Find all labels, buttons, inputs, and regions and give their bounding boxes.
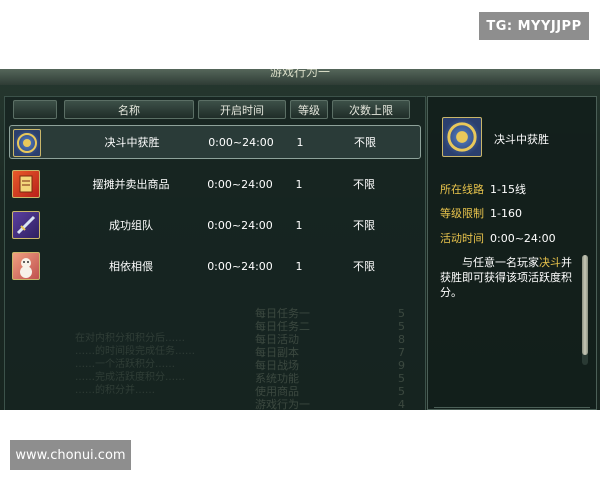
site-watermark: www.chonui.com — [10, 440, 131, 470]
activity-row-duel[interactable]: 决斗中获胜 0:00~24:00 1 不限 — [9, 125, 421, 159]
background-item-value: 4 — [398, 398, 405, 410]
detail-line-field: 所在线路 1-15线 — [440, 181, 526, 197]
background-item-label: 使用商品 — [255, 385, 299, 398]
header-open-time[interactable]: 开启时间 — [198, 100, 286, 119]
background-item-label: 系统功能 — [255, 372, 299, 385]
header-name[interactable]: 名称 — [64, 100, 194, 119]
background-list-item: 每日任务二 5 — [255, 320, 405, 333]
field-key: 所在线路 — [440, 183, 484, 196]
activity-limit: 不限 — [353, 260, 375, 273]
activity-detail-panel: 决斗中获胜 所在线路 1-15线 等级限制 1-160 活动时间 0:00~24:00… — [427, 96, 597, 410]
background-blurred-text: 在对内积分和积分后…… ……的时间段完成任务…… ……一个活跃积分…… ……完成活跃度… — [75, 333, 195, 396]
activity-row-companion[interactable]: 相依相偎 0:00~24:00 1 不限 — [9, 249, 421, 283]
background-list-item: 每日副本 7 — [255, 346, 405, 359]
detail-level-field: 等级限制 1-160 — [440, 205, 522, 221]
field-key: 活动时间 — [440, 232, 484, 245]
detail-description: 与任意一名玩家决斗并获胜即可获得该项活跃度积分。 — [440, 255, 580, 300]
activity-row-stall[interactable]: 摆摊并卖出商品 0:00~24:00 1 不限 — [9, 167, 421, 201]
header-level[interactable]: 等级 — [290, 100, 328, 119]
activity-name: 摆摊并卖出商品 — [92, 178, 170, 191]
game-window: 游戏行为一 每日任务一 5 每日任务二 5 每日活动 8 每日副本 7 每日战场 9 系统功能 5 使用… — [0, 69, 600, 410]
header-icon-column — [13, 100, 57, 119]
background-list-item: 游戏行为一 4 — [255, 398, 405, 410]
duel-medal-icon — [442, 117, 482, 157]
activity-level: 1 — [295, 218, 303, 232]
background-item-value: 7 — [398, 346, 405, 359]
background-item-value: 8 — [398, 333, 405, 346]
background-list-item: 使用商品 5 — [255, 385, 405, 398]
activity-level: 1 — [295, 177, 303, 191]
background-list-item: 每日战场 9 — [255, 359, 405, 372]
background-item-label: 每日活动 — [255, 333, 299, 346]
desc-text: 与任意一名玩家 — [462, 256, 539, 269]
activity-time: 0:00~24:00 — [208, 135, 274, 149]
desc-highlight: 决斗 — [539, 256, 561, 269]
window-title: 游戏行为一 — [269, 69, 330, 79]
background-item-label: 游戏行为一 — [255, 398, 310, 410]
stall-book-icon — [12, 170, 40, 198]
background-activity-list: 每日任务一 5 每日任务二 5 每日活动 8 每日副本 7 每日战场 9 系统功能 5 使用商品 5 游戏行… — [255, 307, 405, 410]
activity-row-team[interactable]: 成功组队 0:00~24:00 1 不限 — [9, 208, 421, 242]
team-sword-icon — [12, 211, 40, 239]
activity-level: 1 — [296, 135, 304, 149]
activity-time: 0:00~24:00 — [207, 259, 273, 273]
activity-limit: 不限 — [353, 219, 375, 232]
background-item-label: 每日战场 — [255, 359, 299, 372]
field-value: 0:00~24:00 — [490, 232, 556, 245]
background-item-label: 每日副本 — [255, 346, 299, 359]
background-list-item: 每日活动 8 — [255, 333, 405, 346]
duel-medal-icon — [13, 129, 41, 157]
field-value: 1-160 — [490, 207, 522, 220]
activity-time: 0:00~24:00 — [207, 218, 273, 232]
activity-name: 决斗中获胜 — [104, 136, 160, 149]
activity-name: 相依相偎 — [109, 260, 153, 273]
window-title-bar: 游戏行为一 — [0, 69, 600, 85]
activity-time: 0:00~24:00 — [207, 177, 273, 191]
detail-time-field: 活动时间 0:00~24:00 — [440, 230, 556, 246]
divider — [434, 407, 590, 408]
detail-title: 决斗中获胜 — [494, 133, 549, 146]
background-item-value: 9 — [398, 359, 405, 372]
background-item-value: 5 — [398, 307, 405, 320]
companion-icon — [12, 252, 40, 280]
background-item-label: 每日任务一 — [255, 307, 310, 320]
activity-limit: 不限 — [354, 136, 376, 149]
background-item-label: 每日任务二 — [255, 320, 310, 333]
activity-level: 1 — [295, 259, 303, 273]
background-item-value: 5 — [398, 320, 405, 333]
tg-watermark: TG: MYYJJPP — [479, 12, 589, 40]
scrollbar-thumb[interactable] — [582, 255, 588, 355]
background-list-item: 系统功能 5 — [255, 372, 405, 385]
header-limit[interactable]: 次数上限 — [332, 100, 410, 119]
detail-scrollbar[interactable] — [582, 255, 588, 365]
background-list-item: 每日任务一 5 — [255, 307, 405, 320]
activity-name: 成功组队 — [109, 219, 153, 232]
field-value: 1-15线 — [490, 183, 526, 196]
activity-limit: 不限 — [353, 178, 375, 191]
field-key: 等级限制 — [440, 207, 484, 220]
background-item-value: 5 — [398, 372, 405, 385]
background-item-value: 5 — [398, 385, 405, 398]
